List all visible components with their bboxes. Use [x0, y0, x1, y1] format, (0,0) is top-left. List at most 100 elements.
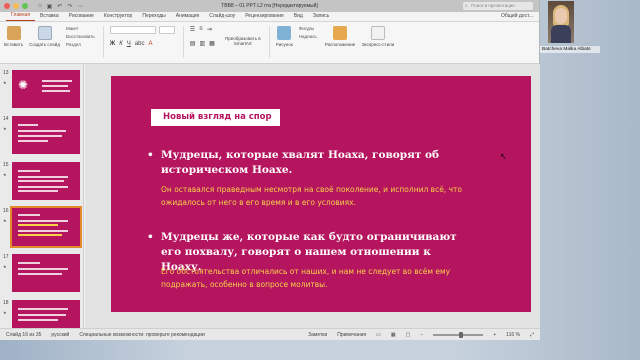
mouse-cursor-icon: ↖	[500, 152, 507, 161]
comments-button[interactable]: Примечания	[337, 332, 366, 338]
slide-editor-canvas[interactable]: Новый взгляд на спор • Мудрецы, которые …	[85, 64, 540, 328]
slide-thumbnail[interactable]	[12, 162, 80, 200]
notes-button[interactable]: Заметки	[308, 332, 327, 338]
flower-icon: ✺	[18, 78, 29, 92]
slide-thumbnail-selected[interactable]	[10, 206, 82, 248]
share-button[interactable]: Общий дост...	[501, 13, 533, 21]
fit-slide-icon[interactable]: ⤢	[530, 332, 534, 338]
reading-view-icon[interactable]: ▢	[406, 332, 411, 338]
quick-access-toolbar: ⌂ ▣ ↶ ↷ ⋯	[38, 3, 83, 10]
numbering-icon[interactable]: ≡	[199, 26, 203, 33]
normal-view-icon[interactable]: ▭	[376, 332, 381, 338]
tab-home[interactable]: Главная	[6, 12, 36, 21]
slide-thumbnail[interactable]	[12, 116, 80, 154]
zoom-slider[interactable]	[433, 331, 484, 338]
tab-record[interactable]: Запись	[308, 13, 334, 21]
align-left-icon[interactable]: ▤	[190, 40, 196, 47]
tab-view[interactable]: Вид	[289, 13, 308, 21]
tab-review[interactable]: Рецензирование	[240, 13, 289, 21]
minimize-window-button[interactable]	[13, 3, 19, 9]
save-icon[interactable]: ▣	[47, 3, 53, 10]
animation-star-icon: ★	[3, 218, 7, 223]
tab-design[interactable]: Конструктор	[99, 13, 138, 21]
ribbon-divider	[268, 26, 270, 58]
underline-icon[interactable]: Ч	[127, 41, 131, 47]
strikethrough-icon[interactable]: abc	[135, 41, 145, 47]
slide-thumbnails-panel[interactable]: 13 ★ ✺ 14 ★ 15 ★ 16 ★ 17 ★ 18 ★	[0, 64, 84, 328]
picture-icon	[277, 26, 292, 40]
slide-number: 18	[3, 300, 9, 306]
slide-thumbnail[interactable]	[12, 300, 80, 328]
home-icon[interactable]: ⌂	[38, 3, 42, 10]
italic-icon[interactable]: К	[119, 41, 123, 47]
sub-text-2[interactable]: Его обстоятельства отличались от наших, …	[161, 266, 481, 291]
slide-header[interactable]: Новый взгляд на спор	[151, 109, 280, 126]
arrange-icon	[333, 26, 348, 40]
slide-number: 14	[3, 116, 9, 122]
zoom-out-icon[interactable]: −	[420, 332, 423, 338]
animation-star-icon: ★	[3, 172, 7, 177]
slide-number: 13	[3, 70, 9, 76]
zoom-window-button[interactable]	[22, 3, 28, 9]
redo-icon[interactable]: ↷	[67, 3, 72, 10]
ribbon-tabs: Главная Вставка Рисование Конструктор Пе…	[0, 12, 539, 22]
more-icon[interactable]: ⋯	[77, 3, 83, 10]
tab-insert[interactable]: Вставка	[35, 13, 64, 21]
animation-star-icon: ★	[3, 126, 7, 131]
undo-icon[interactable]: ↶	[57, 3, 62, 10]
sub-text-1[interactable]: Он оставался праведным несмотря на своё …	[161, 184, 481, 209]
bullets-icon[interactable]: ☰	[190, 26, 195, 33]
font-color-icon[interactable]: A	[148, 41, 152, 47]
zoom-level[interactable]: 116 %	[506, 332, 520, 338]
font-size-select[interactable]	[158, 26, 175, 34]
tab-slideshow[interactable]: Слайд-шоу	[204, 13, 240, 21]
sorter-view-icon[interactable]: ▦	[391, 332, 396, 338]
layout-button[interactable]: Макет	[66, 26, 95, 31]
arrange-button[interactable]: Расположение	[325, 26, 355, 47]
close-window-button[interactable]	[4, 3, 10, 9]
webcam-video	[548, 1, 574, 43]
slide-thumbnail[interactable]	[12, 254, 80, 292]
webcam-participant-name: Batcheva Malka Albats	[540, 46, 600, 53]
ribbon-divider	[182, 26, 184, 58]
new-slide-button[interactable]: Создать слайд	[29, 26, 60, 47]
ribbon-divider	[102, 26, 104, 58]
search-input[interactable]: Поиск в презентации	[463, 2, 533, 10]
section-button[interactable]: Раздел	[66, 42, 95, 47]
slide-number: 15	[3, 162, 9, 168]
font-name-select[interactable]	[109, 26, 156, 34]
paste-button[interactable]: Вставить	[4, 26, 23, 47]
status-bar: Слайд 16 из 35 русский Специальные возмо…	[0, 328, 540, 340]
align-center-icon[interactable]: ▥	[199, 40, 205, 47]
tab-draw[interactable]: Рисование	[64, 13, 99, 21]
traffic-lights	[4, 3, 28, 9]
convert-smartart-button[interactable]: Преобразовать в SmartArt	[223, 36, 263, 46]
ribbon-home: Вставить Создать слайд Макет Восстановит…	[0, 22, 539, 64]
animation-star-icon: ★	[3, 264, 7, 269]
align-right-icon[interactable]: ▦	[209, 40, 215, 47]
reset-button[interactable]: Восстановить	[66, 34, 95, 39]
tab-animations[interactable]: Анимация	[171, 13, 204, 21]
current-slide[interactable]: Новый взгляд на спор • Мудрецы, которые …	[111, 76, 531, 312]
zoom-in-icon[interactable]: +	[493, 332, 496, 338]
language-indicator[interactable]: русский	[51, 332, 69, 338]
slide-counter: Слайд 16 из 35	[6, 331, 42, 338]
indent-icon[interactable]: ⇥	[207, 26, 212, 33]
textbox-button[interactable]: Надпись	[299, 34, 317, 39]
quick-styles-button[interactable]: Экспресс-стили	[361, 26, 394, 47]
slide-thumbnail[interactable]: ✺	[12, 70, 80, 108]
animation-star-icon: ★	[3, 310, 7, 315]
new-slide-icon	[37, 26, 52, 40]
slide-number: 17	[3, 254, 9, 260]
clipboard-icon	[6, 26, 21, 40]
powerpoint-window: ⌂ ▣ ↶ ↷ ⋯ ТВВ8 – 01 PPT L2 гпз [Нередакт…	[0, 0, 540, 340]
slide-number: 16	[3, 208, 9, 214]
tab-transitions[interactable]: Переходы	[137, 13, 170, 21]
accessibility-check[interactable]: Специальные возможности: проверьте реком…	[79, 332, 204, 338]
bold-icon[interactable]: Ж	[110, 41, 115, 47]
picture-button[interactable]: Рисунок	[276, 26, 293, 47]
title-bar: ⌂ ▣ ↶ ↷ ⋯ ТВВ8 – 01 PPT L2 гпз [Нередакт…	[0, 0, 539, 12]
quick-styles-icon	[370, 26, 385, 40]
animation-star-icon: ★	[3, 80, 7, 85]
shapes-button[interactable]: Фигуры	[299, 26, 317, 31]
